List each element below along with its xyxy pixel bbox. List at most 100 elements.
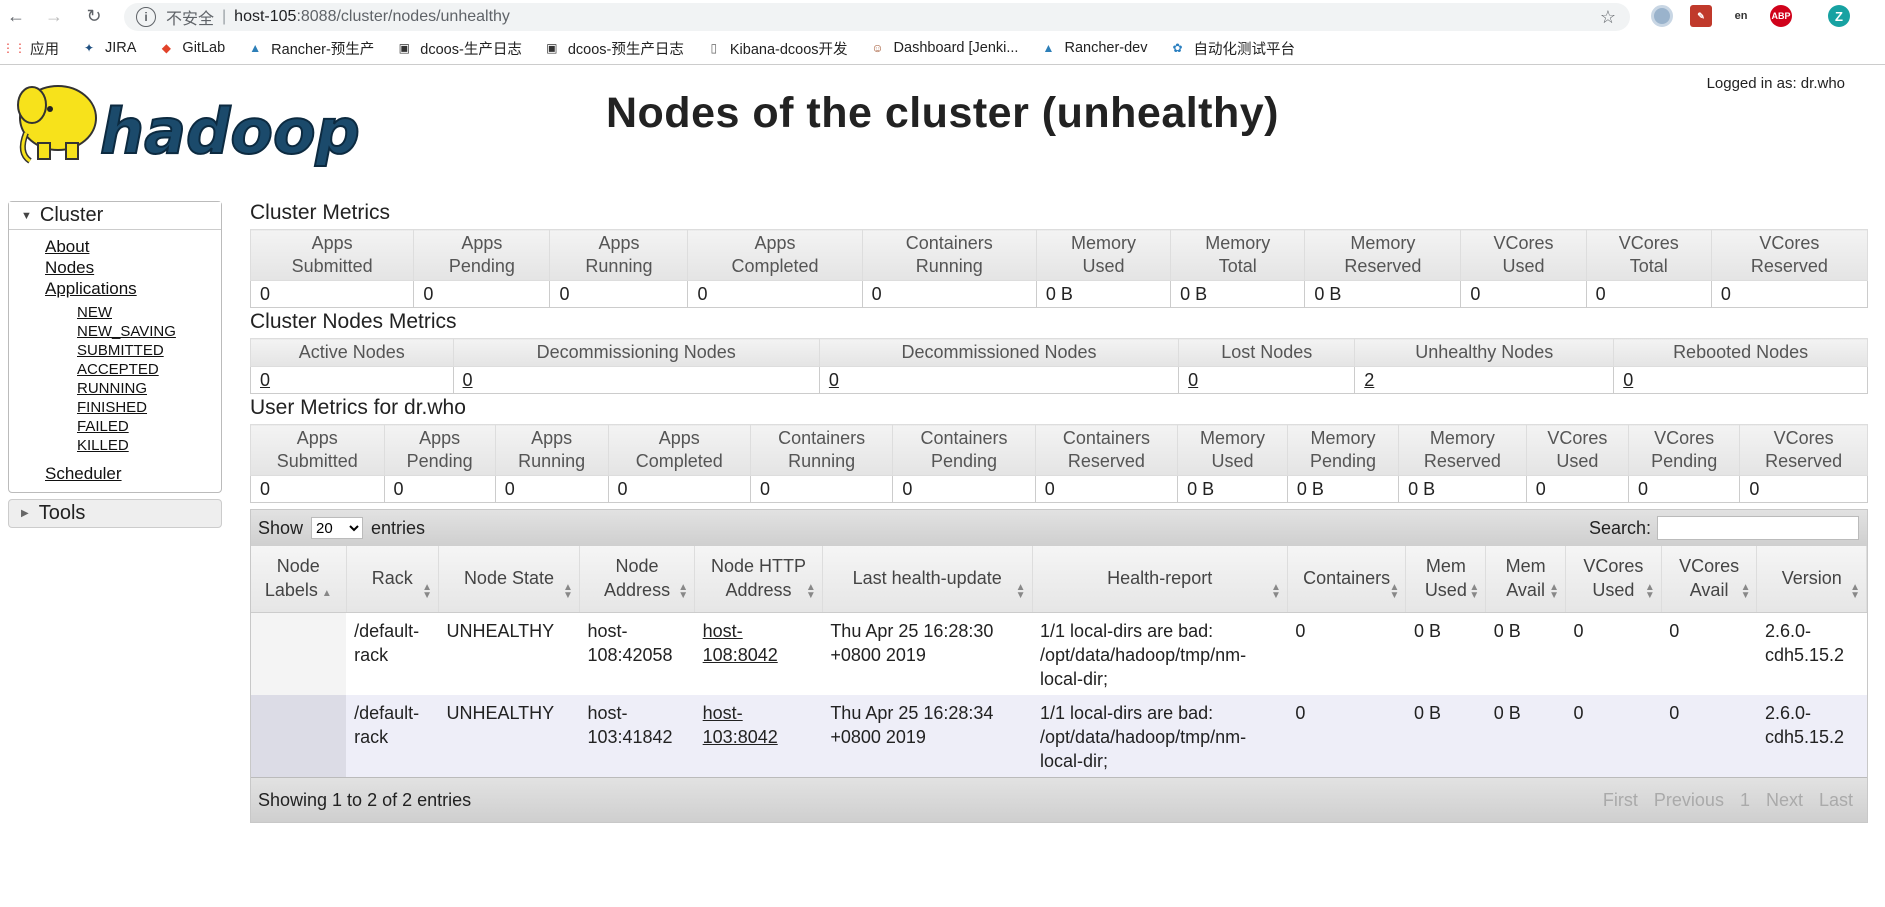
metric-value-link[interactable]: 0 [1623, 370, 1633, 390]
bookmark-item[interactable]: ▣ dcoos-预生产日志 [544, 38, 684, 59]
column-header[interactable]: Node HTTP Address ▲ ▼ [694, 546, 823, 613]
translate-extension-icon[interactable]: en [1730, 5, 1752, 27]
bookmark-label: Kibana-dcoos开发 [729, 41, 848, 58]
tools-menu-header[interactable]: ▶ Tools [8, 499, 222, 528]
sort-icon: ▲ ▼ [1549, 582, 1559, 601]
bookmark-star-icon[interactable]: ☆ [1600, 7, 1616, 28]
back-icon[interactable]: ← [2, 2, 30, 30]
metric-value: 0 [1739, 475, 1868, 503]
metric-header-text: Reserved [1067, 451, 1145, 471]
metric-header: Apps Pending [413, 229, 551, 281]
last-page-button[interactable]: Last [1811, 788, 1861, 813]
cluster-menu-header[interactable]: ▼ Cluster [9, 202, 221, 230]
app-state-link[interactable]: FAILED [77, 417, 221, 436]
column-header[interactable]: Rack ▲ ▼ [346, 546, 439, 613]
column-header[interactable]: Containers ▲ ▼ [1287, 546, 1407, 613]
node-http-link[interactable]: host-108:8042 [703, 621, 778, 665]
bookmark-item[interactable]: ▣ dcoos-生产日志 [396, 38, 522, 59]
bookmark-item[interactable]: ⋮⋮ 应用 [2, 38, 59, 59]
table-row[interactable]: /default-rack UNHEALTHY host-108:42058 host… [251, 612, 1867, 695]
bookmark-item[interactable]: ✦ JIRA [81, 40, 136, 56]
app-state-link[interactable]: ACCEPTED [77, 360, 221, 379]
metric-value-link[interactable]: 0 [463, 370, 473, 390]
column-header-text: Address [725, 580, 792, 600]
pdf-extension-icon[interactable]: ✎ [1690, 5, 1712, 27]
metric-header-text: Completed [731, 256, 819, 276]
metric-value-link[interactable]: 0 [829, 370, 839, 390]
metric-header: VCores Used [1525, 424, 1630, 476]
link-about[interactable]: About [45, 236, 221, 257]
cell-last-update: Thu Apr 25 16:28:34 +0800 2019 [822, 695, 1033, 777]
bookmark-label: dcoos-预生产日志 [567, 41, 684, 58]
cell-state: UNHEALTHY [438, 612, 580, 695]
metric-value: 0 [413, 280, 551, 308]
app-state-link[interactable]: RUNNING [77, 379, 221, 398]
app-state-link[interactable]: KILLED [77, 436, 221, 455]
extension-circle-icon[interactable] [1651, 5, 1673, 27]
page-size-select[interactable]: 20 [311, 517, 364, 539]
app-state-link[interactable]: FINISHED [77, 398, 221, 417]
app-state-link[interactable]: SUBMITTED [77, 341, 221, 360]
column-header[interactable]: Mem Used ▲ ▼ [1405, 546, 1487, 613]
previous-page-button[interactable]: Previous [1646, 788, 1732, 813]
table-row[interactable]: /default-rack UNHEALTHY host-103:41842 host… [251, 695, 1867, 777]
adblock-extension-icon[interactable]: ABP [1770, 5, 1792, 27]
address-bar[interactable]: i 不安全 | host-105:8088/cluster/nodes/unhe… [124, 3, 1630, 31]
app-state-link[interactable]: NEW_SAVING [77, 322, 221, 341]
bookmark-label: GitLab [182, 40, 226, 56]
column-header-text: Mem [1425, 556, 1466, 576]
security-label: 不安全 [166, 11, 215, 28]
column-header[interactable]: VCores Avail ▲ ▼ [1661, 546, 1758, 613]
page-icon: ▯ [710, 41, 718, 55]
gitlab-icon: ◆ [161, 41, 172, 55]
forward-icon[interactable]: → [40, 2, 68, 30]
bookmark-item[interactable]: ◆ GitLab [158, 40, 225, 56]
nodes-datatable: Show 20 entries Search: Node Labels ▲ Rack ▲… [250, 509, 1868, 823]
next-page-button[interactable]: Next [1758, 788, 1811, 813]
metric-value-link[interactable]: 0 [1188, 370, 1198, 390]
metric-header-text: Running [788, 451, 856, 471]
column-header[interactable]: Health-report ▲ ▼ [1032, 546, 1288, 613]
cluster-metrics-table: Apps Submitted Apps Pending Apps Running Apps C… [249, 229, 1869, 308]
metric-header: Rebooted Nodes [1613, 338, 1868, 367]
metric-value-link[interactable]: 0 [260, 370, 270, 390]
metric-value: 0 B [1177, 475, 1288, 503]
column-header[interactable]: VCores Used ▲ ▼ [1565, 546, 1662, 613]
cell-vcores-used: 0 [1565, 695, 1662, 777]
node-http-link[interactable]: host-103:8042 [703, 703, 778, 747]
page-1-button[interactable]: 1 [1732, 788, 1758, 813]
profile-avatar[interactable]: Z [1828, 5, 1850, 27]
column-header[interactable]: Node State ▲ ▼ [438, 546, 580, 613]
metric-header: Apps Submitted [249, 229, 415, 281]
bookmark-item[interactable]: ☺ Dashboard [Jenki... [870, 40, 1018, 56]
column-header[interactable]: Last health-update ▲ ▼ [822, 546, 1033, 613]
metric-header-text: Memory [1429, 428, 1495, 448]
bookmark-item[interactable]: ▯ Kibana-dcoos开发 [706, 38, 848, 59]
column-header[interactable]: Version ▲ ▼ [1756, 546, 1867, 613]
first-page-button[interactable]: First [1595, 788, 1646, 813]
column-header[interactable]: Node Address ▲ ▼ [579, 546, 696, 613]
column-header-text: Health-report [1107, 568, 1213, 588]
bookmark-label: Rancher-dev [1064, 40, 1148, 56]
metric-header: Containers Pending [892, 424, 1036, 476]
link-nodes[interactable]: Nodes [45, 257, 221, 278]
link-scheduler[interactable]: Scheduler [45, 463, 221, 484]
info-icon[interactable]: i [136, 7, 156, 27]
reload-icon[interactable]: ↻ [80, 2, 108, 30]
metric-value-link[interactable]: 2 [1364, 370, 1374, 390]
metric-header: Decommissioned Nodes [818, 338, 1180, 367]
cell-containers: 0 [1287, 695, 1406, 777]
column-header[interactable]: Node Labels ▲ [251, 546, 347, 613]
bookmark-item[interactable]: ▲ Rancher-dev [1040, 40, 1148, 56]
link-applications[interactable]: Applications [45, 278, 221, 299]
bookmark-item[interactable]: ▲ Rancher-预生产 [247, 38, 374, 59]
bookmark-item[interactable]: ✿ 自动化测试平台 [1169, 38, 1295, 59]
metric-header-text: Running [518, 451, 586, 471]
metric-header-text: Containers [778, 428, 866, 448]
column-header[interactable]: Mem Avail ▲ ▼ [1485, 546, 1566, 613]
datatable-top-bar: Show 20 entries Search: [251, 510, 1867, 546]
metric-header: VCores Used [1460, 229, 1587, 281]
metric-value: 0 [549, 280, 689, 308]
search-input[interactable] [1657, 516, 1859, 540]
app-state-link[interactable]: NEW [77, 303, 221, 322]
